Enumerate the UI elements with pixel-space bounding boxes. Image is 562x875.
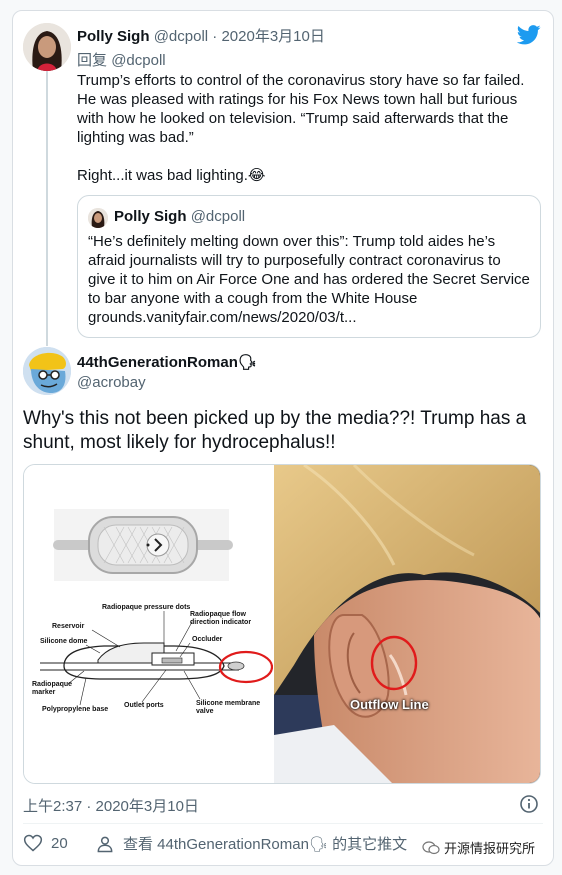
quoted-header: Polly Sigh @dcpoll (114, 208, 245, 225)
avatar-44thgenerationroman[interactable] (23, 347, 71, 395)
ear-photo[interactable]: Outflow Line (274, 465, 540, 783)
reply-text: Trump’s efforts to control of the corona… (77, 71, 539, 185)
speaking-head-emoji: 🗣 (237, 354, 257, 371)
label-marker-2: marker (32, 689, 56, 696)
main-author-handle[interactable]: @acrobay (77, 374, 146, 391)
label-occluder: Occluder (192, 636, 223, 643)
more-tweets-prefix: 查看 44thGenerationRoman (123, 836, 309, 853)
person-icon (97, 836, 113, 852)
reply-to-handle[interactable]: @dcpoll (111, 52, 165, 69)
main-author-name[interactable]: 44thGenerationRoman🗣 (77, 353, 257, 371)
tweet-media[interactable]: Radiopaque pressure dots Reservoir Radio… (23, 464, 541, 784)
label-flow-indicator-1: Radiopaque flow (190, 611, 247, 618)
wechat-icon (422, 840, 440, 854)
reply-label: 回复 (77, 52, 108, 69)
main-tweet-text: Why's this not been picked up by the med… (23, 408, 527, 453)
label-marker-1: Radiopaque (32, 681, 72, 688)
replying-to: 回复 @dcpoll (77, 49, 166, 70)
like-count: 20 (51, 834, 68, 852)
tweet-card: Polly Sigh @dcpoll · 2020年3月10日 回复 @dcpo… (12, 10, 554, 866)
tweet-timestamp[interactable]: 上午2:37 · 2020年3月10日 (23, 795, 199, 816)
info-icon[interactable] (519, 794, 539, 814)
quoted-avatar (88, 208, 108, 228)
tweet-date[interactable]: 2020年3月10日 (221, 28, 324, 45)
reply-paragraph: Right...it was bad lighting.😂 (77, 167, 266, 184)
quoted-text: “He’s definitely melting down over this”… (88, 233, 530, 326)
label-base: Polypropylene base (42, 706, 108, 713)
label-membrane-2: valve (196, 708, 214, 715)
author-handle[interactable]: @dcpoll (154, 28, 208, 45)
reply-paragraph: Trump’s efforts to control of the corona… (77, 72, 525, 146)
main-author-name-text[interactable]: 44thGenerationRoman (77, 354, 238, 371)
divider (23, 823, 543, 824)
label-reservoir: Reservoir (52, 623, 85, 630)
reply-header: Polly Sigh @dcpoll · 2020年3月10日 (77, 25, 325, 46)
label-silicone-dome: Silicone dome (40, 638, 88, 645)
label-flow-indicator-2: direction indicator (190, 619, 251, 626)
quoted-tweet[interactable]: Polly Sigh @dcpoll “He’s definitely melt… (77, 195, 541, 338)
separator: · (212, 28, 218, 45)
thread-line (46, 71, 48, 346)
twitter-bird-icon[interactable] (516, 24, 541, 46)
shunt-diagram: Radiopaque pressure dots Reservoir Radio… (32, 509, 274, 715)
quoted-author-name: Polly Sigh (114, 208, 187, 225)
photo-caption: Outflow Line (350, 697, 429, 712)
shunt-diagram-image[interactable]: Radiopaque pressure dots Reservoir Radio… (24, 465, 274, 783)
like-button[interactable]: 20 (23, 833, 68, 853)
heart-icon (23, 834, 43, 852)
view-more-tweets-link[interactable]: 查看 44thGenerationRoman🗣 的其它推文 (95, 833, 407, 854)
label-outlet-ports: Outlet ports (124, 702, 164, 709)
label-pressure-dots: Radiopaque pressure dots (102, 604, 190, 611)
speaking-head-emoji-2: 🗣 (308, 836, 328, 853)
wechat-watermark: 开源情报研究所 (420, 838, 538, 857)
author-name[interactable]: Polly Sigh (77, 28, 150, 45)
label-membrane-1: Silicone membrane (196, 700, 260, 707)
more-tweets-suffix: 的其它推文 (332, 836, 408, 853)
quoted-author-handle: @dcpoll (190, 208, 246, 225)
avatar-polly-sigh[interactable] (23, 23, 71, 71)
watermark-text: 开源情报研究所 (444, 841, 536, 856)
reply-tweet[interactable]: Polly Sigh @dcpoll · 2020年3月10日 回复 @dcpo… (13, 11, 553, 351)
ear-photo-art (274, 465, 540, 783)
